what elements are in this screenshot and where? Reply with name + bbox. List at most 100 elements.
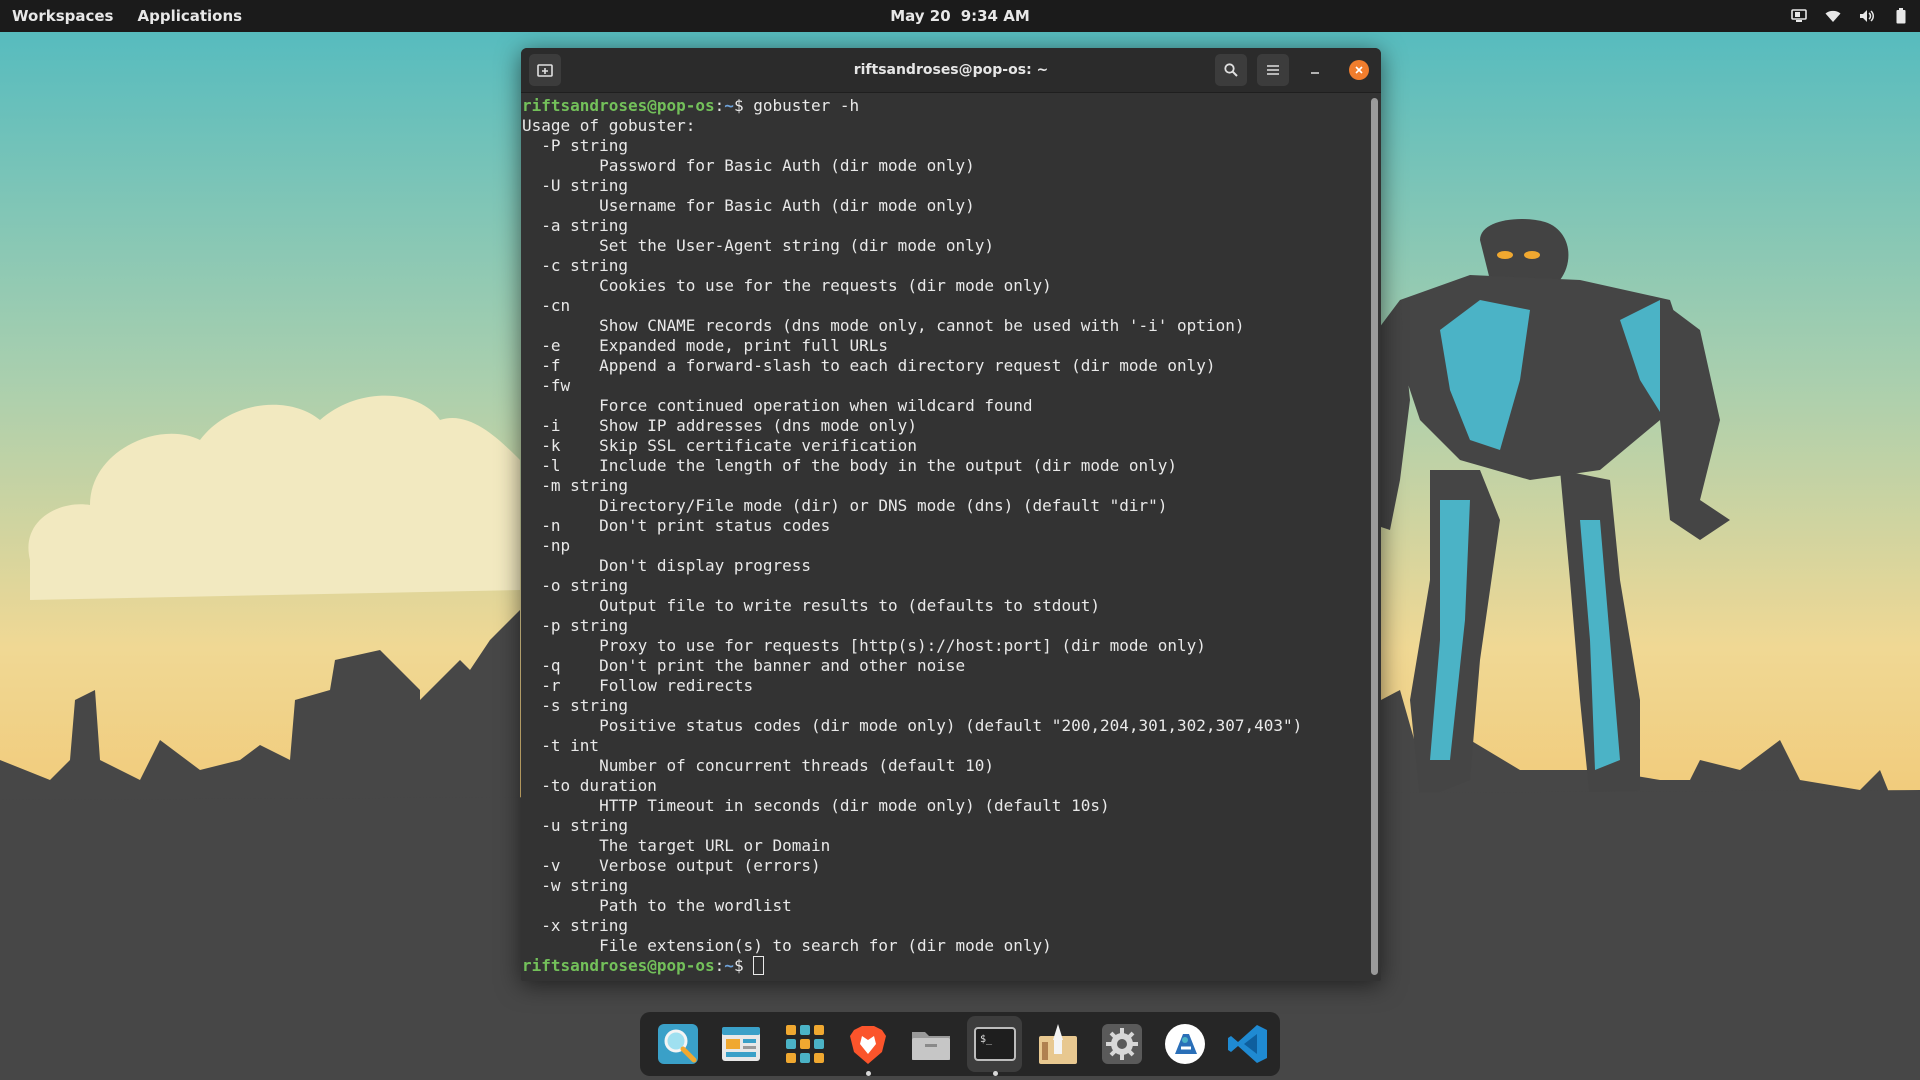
workspaces-button[interactable]: Workspaces [12,7,113,25]
current-prompt-line[interactable]: riftsandroses@pop-os:~$ [522,956,1365,976]
dock-item-app-grid[interactable] [777,1016,832,1072]
files-icon [912,1032,951,1060]
output-line: -q Don't print the banner and other nois… [522,656,966,675]
output-line: Cookies to use for the requests (dir mod… [522,276,1052,295]
output-line: -l Include the length of the body in the… [522,456,1178,475]
dock-item-files[interactable] [904,1016,959,1072]
output-line: -t int [522,736,600,755]
dock-item-terminal[interactable]: $_ [967,1016,1023,1076]
brave-browser-icon [849,1026,886,1064]
scrollbar[interactable] [1371,98,1378,975]
prompt-symbol: $ [733,956,744,975]
dock-item-brave[interactable] [840,1016,895,1076]
close-button[interactable] [1349,60,1369,80]
dock-item-search[interactable] [650,1016,705,1072]
app-store-icon [1164,1024,1205,1064]
search-button[interactable] [1215,54,1247,86]
help-output: Usage of gobuster: -P string Password fo… [522,116,1365,956]
text-cursor [753,956,765,975]
output-line: -fw [522,376,571,395]
hamburger-icon [1267,65,1279,75]
output-line: Usage of gobuster: [522,116,696,135]
settings-icon [1101,1024,1142,1064]
output-line: File extension(s) to search for (dir mod… [522,936,1052,955]
output-line: -p string [522,616,628,635]
output-line: Show CNAME records (dns mode only, canno… [522,316,1245,335]
prompt-user: riftsandroses@pop-os [522,956,715,975]
display-icon[interactable] [1790,7,1808,25]
menu-button[interactable] [1257,54,1289,86]
output-line: -s string [522,696,628,715]
dock-item-vscode[interactable] [1221,1016,1276,1072]
output-line: -v Verbose output (errors) [522,856,821,875]
output-line: Directory/File mode (dir) or DNS mode (d… [522,496,1168,515]
output-line: -to duration [522,776,657,795]
output-line: -w string [522,876,628,895]
output-line: -U string [522,176,628,195]
output-line: Force continued operation when wildcard … [522,396,1033,415]
output-line: Positive status codes (dir mode only) (d… [522,716,1303,735]
command-line: riftsandroses@pop-os:~$ gobuster -h [522,96,860,115]
vscode-icon [1228,1025,1268,1063]
prompt-path: ~ [724,956,734,975]
output-line: -r Follow redirects [522,676,754,695]
output-line: Set the User-Agent string (dir mode only… [522,236,995,255]
output-line: Output file to write results to (default… [522,596,1100,615]
output-line: -i Show IP addresses (dns mode only) [522,416,917,435]
close-icon [1355,66,1363,74]
terminal-output[interactable]: riftsandroses@pop-os:~$ gobuster -h Usage… [521,92,1367,981]
output-line: Path to the wordlist [522,896,792,915]
installer-icon [1039,1024,1078,1064]
minimize-icon [1311,72,1319,74]
terminal-window[interactable]: riftsandroses@pop-os: ~ riftsandroses@po… [521,48,1381,981]
output-line: -u string [522,816,628,835]
output-line: The target URL or Domain [522,836,831,855]
wifi-icon[interactable] [1824,7,1842,25]
battery-icon[interactable] [1892,7,1910,25]
clock-date[interactable]: May 20 [890,7,950,25]
output-line: -k Skip SSL certificate verification [522,436,917,455]
output-line: -a string [522,216,628,235]
output-line: -x string [522,916,628,935]
top-panel: Workspaces Applications May 20 9:34 AM [0,0,1920,32]
pop-shop-icon [722,1027,761,1061]
prompt-path: ~ [724,96,734,115]
minimize-button[interactable] [1299,54,1331,86]
window-title: riftsandroses@pop-os: ~ [853,62,1049,78]
window-header[interactable]: riftsandroses@pop-os: ~ [521,48,1381,93]
dock-item-pop-shop[interactable] [713,1016,768,1072]
applications-button[interactable]: Applications [137,7,242,25]
output-line: -n Don't print status codes [522,516,831,535]
prompt-user: riftsandroses@pop-os [522,96,715,115]
running-indicator [865,1071,871,1076]
command-text: gobuster -h [743,96,860,115]
app-grid-icon [785,1025,824,1063]
output-line: -c string [522,256,628,275]
running-indicator [992,1071,998,1076]
volume-icon[interactable] [1858,7,1876,25]
clock[interactable]: May 20 9:34 AM [0,0,1920,32]
svg-text:$_: $_ [980,1034,993,1045]
output-line: -e Expanded mode, print full URLs [522,336,889,355]
dock: $_ [640,1012,1280,1076]
output-line: Proxy to use for requests [http(s)://hos… [522,636,1206,655]
clock-time[interactable]: 9:34 AM [961,7,1030,25]
output-line: -cn [522,296,571,315]
output-line: HTTP Timeout in seconds (dir mode only) … [522,796,1110,815]
prompt-symbol: $ [733,96,744,115]
output-line: Password for Basic Auth (dir mode only) [522,156,975,175]
output-line: -np [522,536,571,555]
output-line: Username for Basic Auth (dir mode only) [522,196,975,215]
output-line: -o string [522,576,628,595]
output-line: -m string [522,476,628,495]
output-line: Don't display progress [522,556,811,575]
dock-item-settings[interactable] [1094,1016,1149,1072]
search-icon [1224,63,1238,77]
terminal-icon: $_ [973,1027,1016,1061]
output-line: -f Append a forward-slash to each direct… [522,356,1216,375]
search-launcher-icon [657,1024,698,1064]
output-line: -P string [522,136,628,155]
dock-item-installer[interactable] [1030,1016,1085,1072]
dock-item-app-store[interactable] [1157,1016,1212,1072]
output-line: Number of concurrent threads (default 10… [522,756,995,775]
